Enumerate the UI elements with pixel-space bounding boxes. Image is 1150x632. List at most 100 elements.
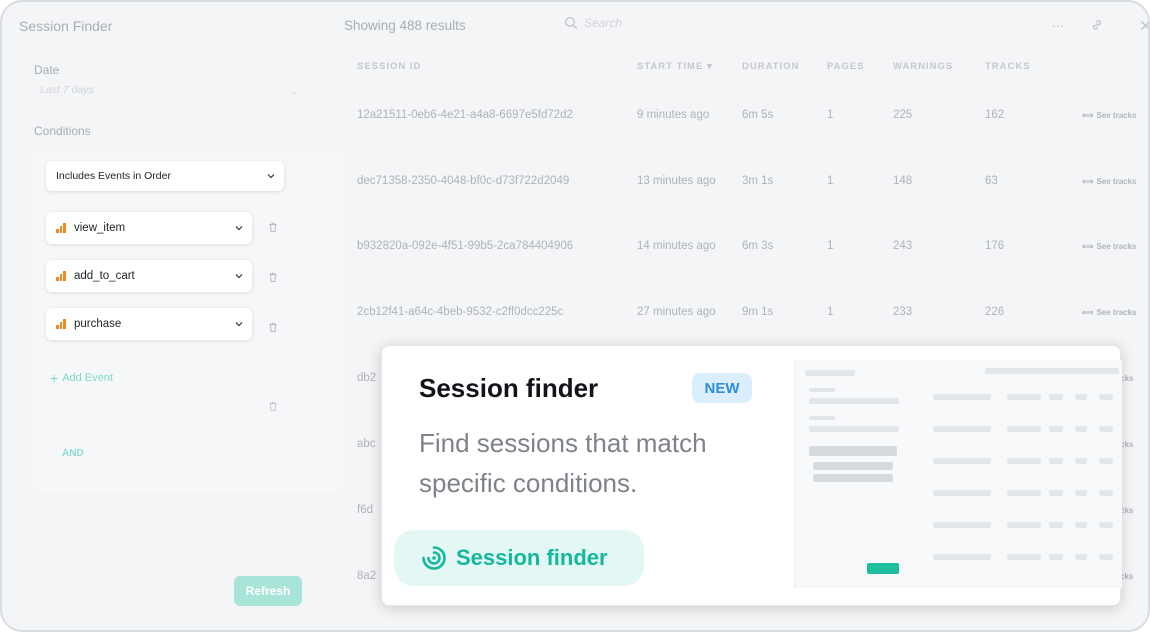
event-icon <box>56 319 66 329</box>
event-select-purchase[interactable]: purchase <box>46 308 252 340</box>
search-bar[interactable] <box>564 16 784 30</box>
see-tracks-label: See tracks <box>1096 177 1137 186</box>
duration-cell: 6m 5s <box>742 109 774 121</box>
warnings-cell: 233 <box>893 306 913 318</box>
column-header-session-id[interactable]: SESSION ID <box>357 61 421 72</box>
event-select-add-to-cart[interactable]: add_to_cart <box>46 260 252 292</box>
table-row[interactable]: b932820a-092e-4f51-99b5-2ca784404906 14 … <box>342 240 1142 306</box>
trash-icon[interactable] <box>267 400 279 412</box>
see-tracks-label: cks <box>1120 572 1134 581</box>
chevron-down-icon <box>235 322 243 327</box>
start-time-cell: 27 minutes ago <box>637 306 716 318</box>
tracks-cell: 226 <box>985 306 1005 318</box>
link-icon[interactable] <box>1088 16 1106 34</box>
event-icon <box>56 271 66 281</box>
tracks-icon: ⟺ <box>1082 242 1094 251</box>
session-finder-button-label: Session finder <box>456 545 608 570</box>
header: Session Finder Showing 488 results ··· <box>2 2 1148 50</box>
session-finder-icon <box>422 546 446 570</box>
trash-icon[interactable] <box>267 321 279 333</box>
event-name: view_item <box>74 222 126 234</box>
add-event-button[interactable]: + Add Event <box>50 370 113 386</box>
plus-icon: + <box>50 370 59 386</box>
table-row[interactable]: 12a21511-0eb6-4e21-a4a8-6697e5fd72d2 9 m… <box>342 109 1142 175</box>
popover-description: Find sessions that match specific condit… <box>419 428 707 498</box>
session-id-cell: b932820a-092e-4f51-99b5-2ca784404906 <box>357 240 574 252</box>
duration-cell: 6m 3s <box>742 240 774 252</box>
see-tracks-link[interactable]: cks <box>1120 572 1133 581</box>
and-button[interactable]: AND <box>62 448 84 459</box>
warnings-cell: 148 <box>893 175 913 187</box>
column-header-duration[interactable]: DURATION <box>742 61 799 72</box>
start-time-cell: 9 minutes ago <box>637 109 710 121</box>
feature-announcement-popover: Session finder NEW Find sessions that ma… <box>381 345 1122 606</box>
pages-cell: 1 <box>827 306 834 318</box>
condition-type-select[interactable]: Includes Events in Order <box>46 161 284 191</box>
conditions-label: Conditions <box>34 124 91 138</box>
session-id-cell: dec71358-2350-4048-bf0c-d73f722d2049 <box>357 175 570 187</box>
see-tracks-link[interactable]: cks <box>1120 374 1133 383</box>
search-icon <box>564 16 578 30</box>
new-badge: NEW <box>692 373 752 403</box>
app-window: Session Finder Showing 488 results ··· D… <box>0 0 1150 632</box>
see-tracks-link[interactable]: ⟺ See tracks <box>1082 111 1137 120</box>
date-select[interactable]: Last 7 days ⌄ <box>40 84 298 106</box>
warnings-cell: 225 <box>893 109 913 121</box>
add-event-label: Add Event <box>62 372 113 384</box>
event-icon <box>56 223 66 233</box>
session-id-cell: db2 <box>357 372 377 384</box>
column-header-tracks[interactable]: TRACKS <box>985 61 1031 72</box>
warnings-cell: 243 <box>893 240 913 252</box>
see-tracks-label: cks <box>1120 440 1134 449</box>
see-tracks-label: See tracks <box>1096 111 1137 120</box>
session-id-cell: 12a21511-0eb6-4e21-a4a8-6697e5fd72d2 <box>357 109 573 121</box>
sort-desc-icon: ▾ <box>706 61 713 72</box>
close-icon[interactable] <box>1136 16 1148 34</box>
see-tracks-link[interactable]: ⟺ See tracks <box>1082 177 1137 186</box>
popover-title: Session finder <box>419 373 599 403</box>
date-label: Date <box>34 63 60 77</box>
tracks-cell: 162 <box>985 109 1005 121</box>
table-row[interactable]: dec71358-2350-4048-bf0c-d73f722d2049 13 … <box>342 175 1142 241</box>
duration-cell: 9m 1s <box>742 306 774 318</box>
duration-cell: 3m 1s <box>742 175 774 187</box>
tracks-cell: 176 <box>985 240 1005 252</box>
chevron-down-icon <box>235 274 243 279</box>
column-header-pages[interactable]: PAGES <box>827 61 865 72</box>
event-name: add_to_cart <box>74 270 135 282</box>
column-header-label: START TIME <box>637 61 704 72</box>
more-horizontal-icon[interactable]: ··· <box>1049 16 1067 34</box>
tracks-icon: ⟺ <box>1082 111 1094 120</box>
tracks-icon: ⟺ <box>1082 308 1094 317</box>
see-tracks-label: See tracks <box>1096 242 1137 251</box>
see-tracks-label: See tracks <box>1096 308 1137 317</box>
column-header-start-time[interactable]: START TIME ▾ <box>637 61 713 72</box>
session-id-cell: f6d <box>357 504 373 516</box>
date-value: Last 7 days <box>40 84 94 96</box>
feature-preview-illustration <box>794 360 1122 588</box>
pages-cell: 1 <box>827 175 834 187</box>
session-finder-button[interactable]: Session finder <box>394 530 644 586</box>
session-id-cell: abc <box>357 438 376 450</box>
see-tracks-link[interactable]: ⟺ See tracks <box>1082 308 1137 317</box>
see-tracks-label: cks <box>1120 506 1134 515</box>
refresh-button[interactable]: Refresh <box>234 576 302 606</box>
event-name: purchase <box>74 318 122 330</box>
start-time-cell: 14 minutes ago <box>637 240 716 252</box>
event-select-view-item[interactable]: view_item <box>46 212 252 244</box>
see-tracks-link[interactable]: cks <box>1120 440 1133 449</box>
start-time-cell: 13 minutes ago <box>637 175 716 187</box>
column-header-warnings[interactable]: WARNINGS <box>893 61 953 72</box>
tracks-icon: ⟺ <box>1082 177 1094 186</box>
trash-icon[interactable] <box>267 221 279 233</box>
see-tracks-link[interactable]: ⟺ See tracks <box>1082 242 1137 251</box>
see-tracks-link[interactable]: cks <box>1120 506 1133 515</box>
search-input[interactable] <box>584 16 784 30</box>
see-tracks-label: cks <box>1120 374 1134 383</box>
condition-type-value: Includes Events in Order <box>56 170 171 182</box>
chevron-down-icon <box>235 226 243 231</box>
trash-icon[interactable] <box>267 271 279 283</box>
session-id-cell: 8a2 <box>357 570 377 582</box>
chevron-down-icon: ⌄ <box>289 86 298 97</box>
tracks-cell: 63 <box>985 175 998 187</box>
